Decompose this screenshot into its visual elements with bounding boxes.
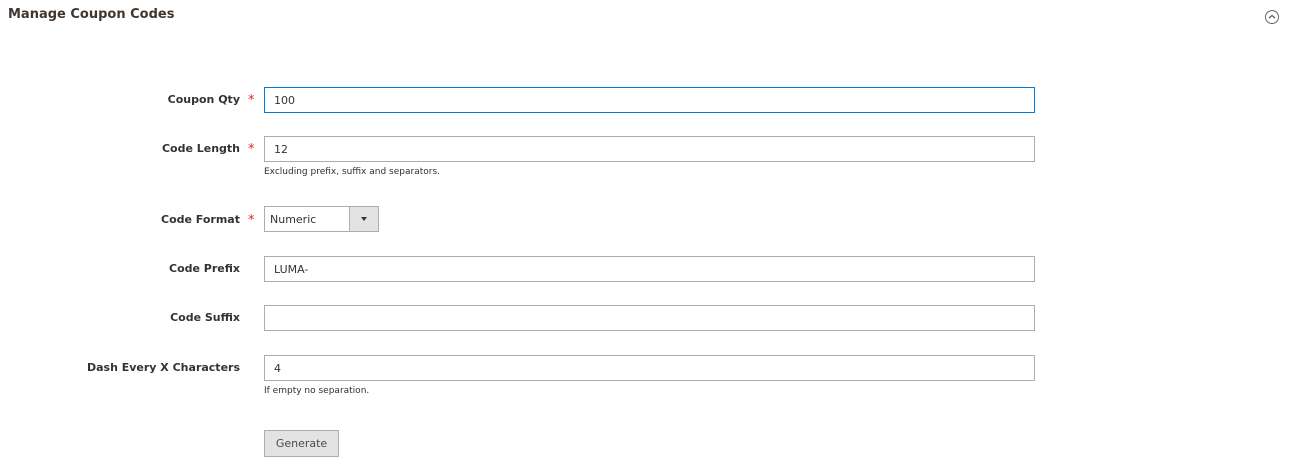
code-length-note: Excluding prefix, suffix and separators.	[264, 167, 440, 177]
code-suffix-input[interactable]	[264, 305, 1035, 331]
code-format-required-mark: *	[248, 213, 255, 228]
code-format-select[interactable]: Numeric	[264, 206, 379, 232]
code-length-required-mark: *	[248, 142, 255, 157]
caret-down-icon	[361, 217, 367, 221]
code-format-label: Code Format	[161, 213, 240, 226]
code-suffix-label: Code Suffix	[170, 311, 240, 324]
section-title[interactable]: Manage Coupon Codes	[8, 7, 174, 22]
coupon-qty-label: Coupon Qty	[167, 93, 240, 106]
dash-every-note: If empty no separation.	[264, 386, 370, 396]
code-prefix-input[interactable]	[264, 256, 1035, 282]
coupon-qty-required-mark: *	[248, 93, 255, 108]
dropdown-toggle[interactable]	[349, 207, 378, 231]
generate-button[interactable]: Generate	[264, 430, 339, 457]
coupon-qty-input[interactable]	[264, 87, 1035, 113]
code-format-selected-value: Numeric	[270, 213, 317, 226]
dash-every-input[interactable]	[264, 355, 1035, 381]
manage-coupon-codes-panel: Manage Coupon Codes Coupon Qty * Code Le…	[0, 0, 1293, 469]
chevron-up-circle-icon[interactable]	[1265, 10, 1279, 24]
code-length-label: Code Length	[161, 142, 240, 155]
code-prefix-label: Code Prefix	[169, 262, 240, 275]
code-length-input[interactable]	[264, 136, 1035, 162]
dash-every-label: Dash Every X Characters	[86, 361, 240, 374]
